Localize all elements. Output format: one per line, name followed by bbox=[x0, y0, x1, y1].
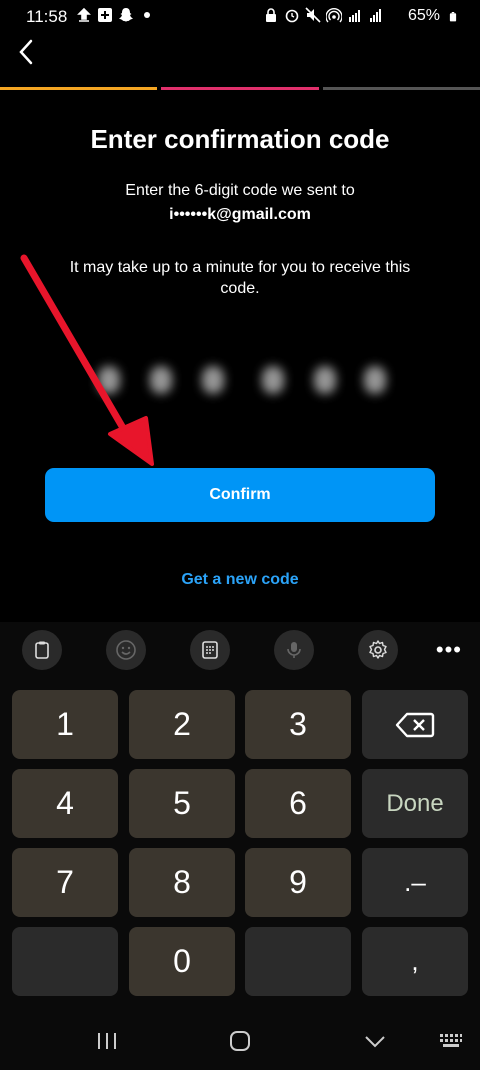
chevron-left-icon bbox=[19, 39, 33, 65]
keyboard-icon bbox=[440, 1034, 462, 1047]
confirm-button[interactable]: Confirm bbox=[45, 468, 435, 522]
code-digit[interactable] bbox=[150, 366, 172, 394]
status-left-icons bbox=[76, 7, 155, 23]
code-digit[interactable] bbox=[262, 366, 284, 394]
key-8[interactable]: 8 bbox=[129, 848, 235, 917]
upload-icon bbox=[77, 7, 91, 22]
clipboard-icon[interactable] bbox=[22, 630, 62, 670]
snapchat-icon bbox=[119, 8, 133, 22]
code-digit[interactable] bbox=[314, 366, 336, 394]
alarm-icon bbox=[285, 9, 299, 23]
key-3[interactable]: 3 bbox=[245, 690, 351, 759]
home-icon bbox=[230, 1031, 250, 1051]
settings-icon[interactable] bbox=[358, 630, 398, 670]
keyboard: ••• 1 2 3 4 5 6 Done 7 8 9 .– 0 , bbox=[0, 622, 480, 1070]
get-new-code-link[interactable]: Get a new code bbox=[0, 571, 480, 589]
key-5[interactable]: 5 bbox=[129, 769, 235, 838]
keyboard-toolbar: ••• bbox=[0, 622, 480, 676]
battery-icon bbox=[449, 12, 457, 22]
key-6[interactable]: 6 bbox=[245, 769, 351, 838]
key-4[interactable]: 4 bbox=[12, 769, 118, 838]
home-button[interactable] bbox=[225, 1026, 255, 1056]
status-right-icons bbox=[263, 7, 384, 23]
progress-segment-2 bbox=[161, 87, 319, 90]
chevron-down-icon bbox=[365, 1036, 385, 1048]
key-7[interactable]: 7 bbox=[12, 848, 118, 917]
recent-apps-icon bbox=[98, 1033, 116, 1049]
backspace-icon bbox=[395, 712, 435, 737]
back-button[interactable] bbox=[10, 34, 46, 70]
backspace-key[interactable] bbox=[362, 690, 468, 759]
key-2[interactable]: 2 bbox=[129, 690, 235, 759]
add-box-icon bbox=[98, 8, 112, 22]
recent-apps-button[interactable] bbox=[92, 1026, 122, 1056]
signal-4g-icon bbox=[349, 10, 360, 22]
status-time: 11:58 bbox=[26, 7, 68, 26]
signal-icon bbox=[370, 9, 381, 22]
key-1[interactable]: 1 bbox=[12, 690, 118, 759]
battery-percent: 65% bbox=[407, 7, 440, 24]
more-options-icon[interactable]: ••• bbox=[436, 637, 462, 663]
progress-bar bbox=[0, 87, 480, 90]
empty-key-left bbox=[12, 927, 118, 996]
done-key[interactable]: Done bbox=[362, 769, 468, 838]
annotation-arrow-icon bbox=[20, 254, 154, 466]
hotspot-icon bbox=[326, 8, 342, 23]
key-9[interactable]: 9 bbox=[245, 848, 351, 917]
lock-icon bbox=[266, 8, 276, 22]
keypad-icon[interactable] bbox=[190, 630, 230, 670]
comma-key[interactable]: , bbox=[362, 927, 468, 996]
info-note: It may take up to a minute for you to re… bbox=[69, 259, 411, 297]
emoji-icon[interactable] bbox=[106, 630, 146, 670]
empty-key-right bbox=[245, 927, 351, 996]
page-title: Enter confirmation code bbox=[90, 124, 390, 154]
progress-segment-1 bbox=[0, 87, 158, 90]
page-subtitle: Enter the 6-digit code we sent to bbox=[125, 182, 355, 199]
period-dash-key[interactable]: .– bbox=[362, 848, 468, 917]
navigation-bar bbox=[0, 1008, 480, 1070]
hide-keyboard-button[interactable] bbox=[360, 1026, 390, 1056]
code-digit[interactable] bbox=[202, 366, 224, 394]
dot-icon bbox=[144, 12, 150, 18]
code-input[interactable] bbox=[92, 360, 392, 400]
masked-email: i••••••k@gmail.com bbox=[169, 206, 311, 223]
code-digit[interactable] bbox=[98, 366, 120, 394]
code-digit[interactable] bbox=[364, 366, 386, 394]
keyboard-switch-button[interactable] bbox=[436, 1026, 466, 1056]
key-0[interactable]: 0 bbox=[129, 927, 235, 996]
status-bar: 11:58 65% bbox=[0, 0, 480, 34]
mic-icon[interactable] bbox=[274, 630, 314, 670]
progress-segment-3 bbox=[322, 87, 480, 90]
mute-icon bbox=[305, 7, 321, 23]
